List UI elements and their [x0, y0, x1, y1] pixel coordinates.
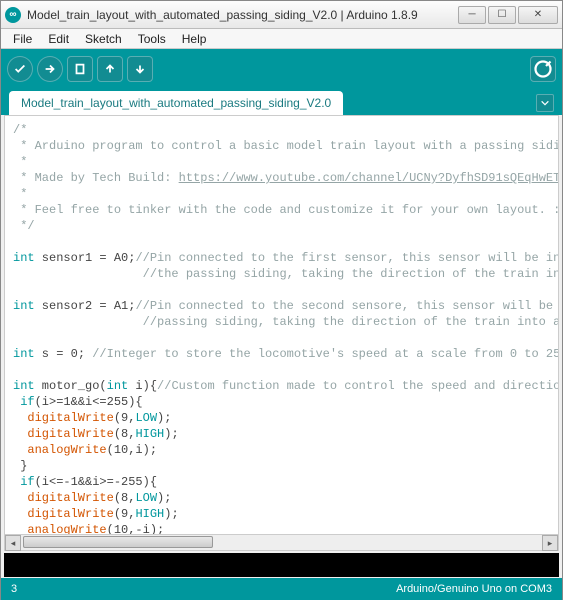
code-comment: //Pin connected to the first sensor, thi… — [135, 251, 558, 265]
code-constant: LOW — [135, 491, 157, 505]
scroll-thumb[interactable] — [23, 536, 213, 548]
editor-area: /* * Arduino program to control a basic … — [4, 115, 559, 551]
code-text: (i<=-1&&i>=-255){ — [35, 475, 157, 489]
open-button[interactable] — [97, 56, 123, 82]
new-button[interactable] — [67, 56, 93, 82]
code-text: motor_go( — [35, 379, 107, 393]
code-line: //the passing siding, taking the directi… — [13, 267, 558, 281]
code-text: (i>=1&&i<=255){ — [35, 395, 143, 409]
close-button[interactable]: ✕ — [518, 6, 558, 24]
code-line: } — [13, 459, 27, 473]
code-comment: //Pin connected to the second sensore, t… — [135, 299, 558, 313]
scroll-right-button[interactable]: ▸ — [542, 535, 558, 551]
code-constant: HIGH — [135, 427, 164, 441]
code-function: analogWrite — [13, 443, 107, 457]
status-board-info: Arduino/Genuino Uno on COM3 — [396, 583, 552, 595]
arrow-down-icon — [133, 62, 147, 76]
code-line: * — [13, 187, 35, 201]
code-line: * Made by Tech Build: — [13, 171, 179, 185]
code-keyword: int — [13, 379, 35, 393]
code-keyword: if — [13, 475, 35, 489]
menu-file[interactable]: File — [7, 30, 38, 48]
menu-edit[interactable]: Edit — [42, 30, 75, 48]
code-text: (10,i); — [107, 443, 157, 457]
code-constant: HIGH — [135, 507, 164, 521]
code-line: * Feel free to tinker with the code and … — [13, 203, 558, 217]
arrow-up-icon — [103, 62, 117, 76]
code-line: */ — [13, 219, 35, 233]
status-line-number: 3 — [11, 583, 17, 595]
code-keyword: if — [13, 395, 35, 409]
code-function: digitalWrite — [13, 411, 114, 425]
code-text: (9, — [114, 411, 136, 425]
code-text: ); — [157, 491, 171, 505]
code-comment: //Integer to store the locomotive's spee… — [92, 347, 558, 361]
window-titlebar: ∞ Model_train_layout_with_automated_pass… — [1, 1, 562, 29]
code-text: sensor2 = A1; — [35, 299, 136, 313]
file-icon — [73, 62, 87, 76]
code-comment: //Custom function made to control the sp… — [157, 379, 558, 393]
window-title: Model_train_layout_with_automated_passin… — [27, 8, 458, 22]
verify-button[interactable] — [7, 56, 33, 82]
statusbar: 3 Arduino/Genuino Uno on COM3 — [1, 578, 562, 600]
code-line: //passing siding, taking the direction o… — [13, 315, 558, 329]
code-line: * Arduino program to control a basic mod… — [13, 139, 558, 153]
menu-sketch[interactable]: Sketch — [79, 30, 128, 48]
console-output — [4, 553, 559, 577]
menu-tools[interactable]: Tools — [132, 30, 172, 48]
minimize-button[interactable]: ─ — [458, 6, 486, 24]
code-text: ); — [164, 427, 178, 441]
menu-help[interactable]: Help — [176, 30, 213, 48]
code-editor[interactable]: /* * Arduino program to control a basic … — [5, 116, 558, 536]
code-constant: LOW — [135, 411, 157, 425]
serial-monitor-button[interactable] — [530, 56, 556, 82]
chevron-down-icon — [540, 98, 550, 108]
code-keyword: int — [13, 347, 35, 361]
code-keyword: int — [13, 251, 35, 265]
code-text: (8, — [114, 491, 136, 505]
code-text: ); — [157, 411, 171, 425]
arduino-app-icon: ∞ — [5, 7, 21, 23]
save-button[interactable] — [127, 56, 153, 82]
tabbar: Model_train_layout_with_automated_passin… — [1, 89, 562, 115]
code-text: ); — [164, 507, 178, 521]
code-keyword: int — [107, 379, 129, 393]
code-text: i){ — [128, 379, 157, 393]
code-keyword: int — [13, 299, 35, 313]
code-line: /* — [13, 123, 27, 137]
code-function: digitalWrite — [13, 507, 114, 521]
arrow-right-icon — [43, 62, 57, 76]
upload-button[interactable] — [37, 56, 63, 82]
toolbar — [1, 49, 562, 89]
sketch-tab[interactable]: Model_train_layout_with_automated_passin… — [9, 91, 343, 115]
code-text: (9, — [114, 507, 136, 521]
horizontal-scrollbar: ◂ ▸ — [5, 534, 558, 550]
check-icon — [13, 62, 27, 76]
scroll-track[interactable] — [21, 535, 542, 550]
code-function: digitalWrite — [13, 427, 114, 441]
maximize-button[interactable]: ☐ — [488, 6, 516, 24]
scroll-left-button[interactable]: ◂ — [5, 535, 21, 551]
serial-icon — [531, 57, 555, 81]
code-text: (8, — [114, 427, 136, 441]
code-text: sensor1 = A0; — [35, 251, 136, 265]
code-link: https://www.youtube.com/channel/UCNy?Dyf… — [179, 171, 558, 185]
window-controls: ─ ☐ ✕ — [458, 6, 558, 24]
code-text: s = 0; — [35, 347, 93, 361]
code-line: * — [13, 155, 35, 169]
tab-menu-button[interactable] — [536, 94, 554, 112]
menubar: File Edit Sketch Tools Help — [1, 29, 562, 49]
code-function: digitalWrite — [13, 491, 114, 505]
